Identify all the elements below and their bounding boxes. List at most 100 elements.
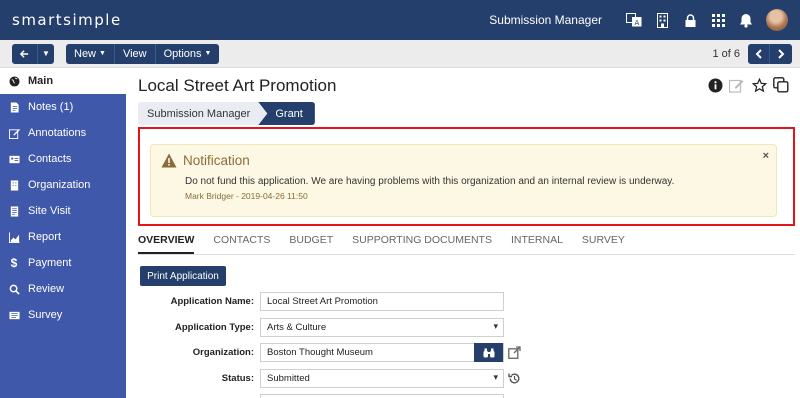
sidebar-item-payment[interactable]: $ Payment xyxy=(0,250,126,276)
notification-alert: Notification Do not fund this applicatio… xyxy=(150,144,777,217)
app-logo[interactable]: smartsimple xyxy=(12,11,122,29)
sidebar-item-label: Survey xyxy=(28,309,63,321)
record-tabs: OVERVIEW CONTACTS BUDGET SUPPORTING DOCU… xyxy=(138,234,795,255)
options-button[interactable]: Options ▼ xyxy=(155,43,220,64)
pager-count: 1 of 6 xyxy=(712,47,740,60)
sidebar-item-report[interactable]: Report xyxy=(0,224,126,250)
tab-supporting-documents[interactable]: SUPPORTING DOCUMENTS xyxy=(352,234,492,254)
lock-icon[interactable] xyxy=(676,0,704,40)
notification-meta: Mark Bridger - 2019-04-26 11:50 xyxy=(185,191,308,201)
record-pager: 1 of 6 xyxy=(712,43,800,64)
sidebar-item-main[interactable]: Main xyxy=(0,68,126,94)
notification-heading: Notification xyxy=(161,153,250,168)
sidebar: Main Notes (1) Annotations Contacts Orga… xyxy=(0,68,126,398)
tab-budget[interactable]: BUDGET xyxy=(289,234,333,254)
back-button-group: ▼ xyxy=(12,43,54,64)
arrow-left-icon xyxy=(20,49,29,58)
info-icon[interactable] xyxy=(704,76,726,94)
tab-overview[interactable]: OVERVIEW xyxy=(138,234,195,254)
sidebar-item-organization[interactable]: Organization xyxy=(0,172,126,198)
previous-record-button[interactable] xyxy=(748,43,770,64)
external-link-icon[interactable] xyxy=(507,345,521,359)
view-button-label: View xyxy=(122,47,147,60)
star-icon[interactable] xyxy=(748,76,770,94)
apps-grid-icon[interactable] xyxy=(704,0,732,40)
organization-field[interactable]: Boston Thought Museum xyxy=(260,343,504,362)
tab-contacts[interactable]: CONTACTS xyxy=(213,234,270,254)
back-button[interactable] xyxy=(12,43,38,64)
edit-icon[interactable] xyxy=(726,76,748,94)
chart-icon xyxy=(8,231,20,243)
chevron-left-icon xyxy=(755,48,762,59)
sidebar-item-notes[interactable]: Notes (1) xyxy=(0,94,126,120)
application-type-select[interactable]: Arts & Culture xyxy=(260,318,504,337)
back-dropdown-button[interactable]: ▼ xyxy=(38,43,54,64)
contact-card-icon xyxy=(8,153,20,165)
warning-icon xyxy=(161,153,177,168)
organization-label: Organization: xyxy=(192,347,254,358)
sidebar-item-label: Payment xyxy=(28,257,72,269)
application-name-row: Application Name: Local Street Art Promo… xyxy=(126,292,800,312)
sidebar-item-annotations[interactable]: Annotations xyxy=(0,120,126,146)
page-title: Local Street Art Promotion xyxy=(138,76,337,95)
next-field-row xyxy=(126,394,800,398)
next-record-button[interactable] xyxy=(770,43,792,64)
sidebar-item-label: Contacts xyxy=(28,153,72,165)
top-navbar: smartsimple Submission Manager A xyxy=(0,0,800,40)
sidebar-item-label: Report xyxy=(28,231,62,243)
tab-internal[interactable]: INTERNAL xyxy=(511,234,563,254)
application-type-row: Application Type: Arts & Culture xyxy=(126,318,800,338)
breadcrumb-submission-manager[interactable]: Submission Manager xyxy=(138,102,269,125)
tab-survey[interactable]: SURVEY xyxy=(582,234,625,254)
sidebar-item-site-visit[interactable]: Site Visit xyxy=(0,198,126,224)
status-label: Status: xyxy=(221,373,254,384)
notification-title: Notification xyxy=(183,153,250,168)
translate-icon[interactable]: A xyxy=(620,0,648,40)
module-name[interactable]: Submission Manager xyxy=(489,13,602,27)
close-icon[interactable]: × xyxy=(763,150,769,162)
application-name-label: Application Name: xyxy=(170,296,254,307)
search-icon xyxy=(8,283,20,295)
breadcrumb: Submission Manager Grant xyxy=(138,102,315,125)
main-content: Local Street Art Promotion Submission Ma… xyxy=(126,68,800,398)
record-toolbar: ▼ New ▼ View Options ▼ 1 of 6 xyxy=(0,40,800,68)
view-button[interactable]: View xyxy=(114,43,156,64)
sidebar-item-survey[interactable]: Survey xyxy=(0,302,126,328)
note-icon xyxy=(8,101,20,113)
pencil-icon xyxy=(8,127,20,139)
organization-lookup-button[interactable] xyxy=(474,343,503,362)
title-actions xyxy=(704,76,792,94)
history-icon[interactable] xyxy=(507,371,521,385)
copy-icon[interactable] xyxy=(770,76,792,94)
caret-down-icon: ▼ xyxy=(42,49,50,58)
building-icon[interactable] xyxy=(648,0,676,40)
top-navbar-right: Submission Manager A xyxy=(489,0,800,40)
status-row: Status: Submitted xyxy=(126,369,800,389)
chevron-right-icon xyxy=(777,48,784,59)
bell-icon[interactable] xyxy=(732,0,760,40)
caret-down-icon: ▼ xyxy=(204,50,212,57)
sidebar-item-label: Review xyxy=(28,283,65,295)
print-application-button[interactable]: Print Application xyxy=(140,266,226,286)
sidebar-item-label: Annotations xyxy=(28,127,87,139)
next-field[interactable] xyxy=(260,394,504,398)
building-icon xyxy=(8,179,20,191)
new-button[interactable]: New ▼ xyxy=(66,43,115,64)
status-select[interactable]: Submitted xyxy=(260,369,504,388)
action-button-group: New ▼ View Options ▼ xyxy=(66,43,220,64)
sidebar-item-label: Notes (1) xyxy=(28,101,74,113)
options-button-label: Options xyxy=(163,47,202,60)
caret-down-icon: ▼ xyxy=(99,50,106,57)
document-icon xyxy=(8,205,20,217)
dollar-icon: $ xyxy=(10,256,18,270)
user-avatar[interactable] xyxy=(766,9,788,31)
sidebar-item-label: Main xyxy=(28,75,54,87)
sidebar-item-review[interactable]: Review xyxy=(0,276,126,302)
sidebar-item-label: Organization xyxy=(28,179,91,191)
svg-text:A: A xyxy=(635,19,640,27)
organization-row: Organization: Boston Thought Museum xyxy=(126,343,800,363)
sidebar-item-label: Site Visit xyxy=(28,205,71,217)
binoculars-icon xyxy=(483,348,494,357)
sidebar-item-contacts[interactable]: Contacts xyxy=(0,146,126,172)
application-name-field[interactable]: Local Street Art Promotion xyxy=(260,292,504,311)
